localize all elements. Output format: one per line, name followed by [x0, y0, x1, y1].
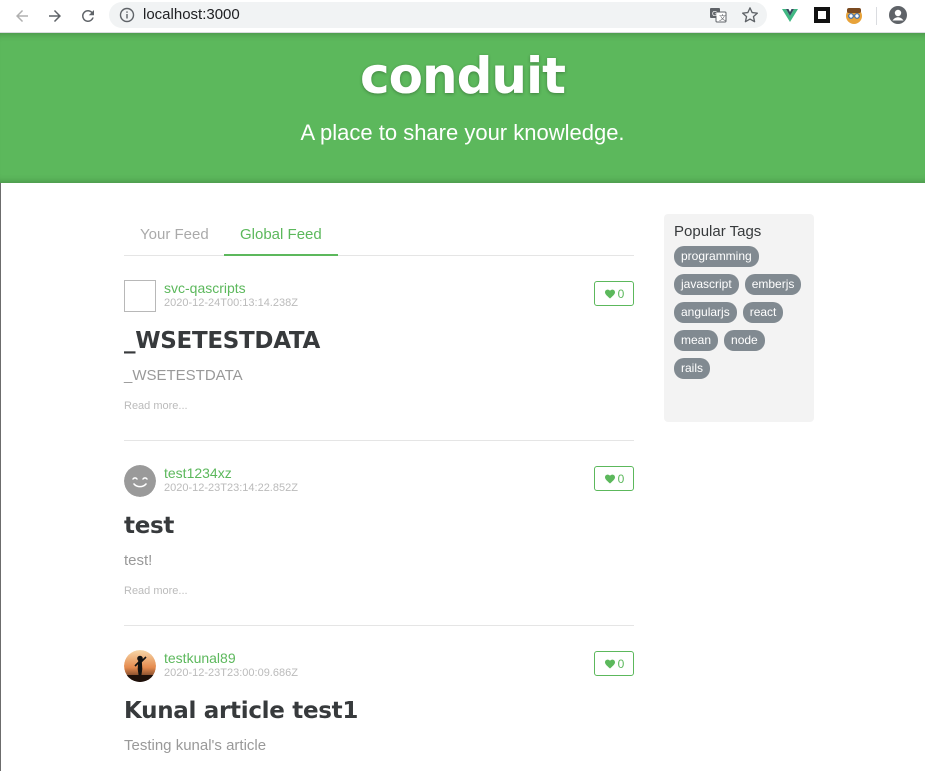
article-title[interactable]: test [124, 513, 174, 539]
article-date: 2020-12-23T23:14:22.852Z [164, 482, 298, 494]
popular-tags-sidebar: Popular Tags programming javascript embe… [664, 214, 814, 422]
article-preview: test1234xz 2020-12-23T23:14:22.852Z 0 te… [124, 465, 634, 626]
read-more-link[interactable]: Read more... [124, 585, 188, 597]
article-description[interactable]: Testing kunal's article [124, 737, 266, 754]
svg-text:G: G [712, 11, 717, 18]
star-icon[interactable] [741, 6, 759, 24]
favorite-count: 0 [617, 656, 625, 671]
heart-icon [604, 659, 615, 669]
article-preview: svc-qascripts 2020-12-24T00:13:14.238Z 0… [124, 280, 634, 441]
author-avatar[interactable] [124, 280, 156, 312]
tag-list: programming javascript emberjs angularjs… [674, 246, 804, 379]
tag-pill[interactable]: rails [674, 358, 711, 379]
svg-text:文: 文 [719, 13, 726, 22]
article-date: 2020-12-23T23:00:09.686Z [164, 667, 298, 679]
profile-icon[interactable] [888, 5, 908, 25]
favorite-count: 0 [617, 286, 625, 301]
tag-pill[interactable]: node [724, 330, 765, 351]
author-link[interactable]: testkunal89 [164, 650, 236, 666]
sidebar-title: Popular Tags [674, 223, 762, 240]
article-title[interactable]: _WSETESTDATA [124, 328, 320, 354]
favorite-button[interactable]: 0 [594, 281, 634, 306]
arrow-right-icon [49, 10, 61, 22]
favorite-button[interactable]: 0 [594, 651, 634, 676]
read-more-link[interactable]: Read more... [124, 400, 188, 412]
address-bar[interactable]: localhost:3000 G文 [109, 2, 767, 28]
tag-pill[interactable]: angularjs [674, 302, 737, 323]
banner-title: conduit [359, 47, 566, 105]
forward-button[interactable] [43, 4, 67, 28]
favorite-button[interactable]: 0 [594, 466, 634, 491]
tag-pill[interactable]: react [742, 302, 784, 323]
translate-icon[interactable]: G文 [709, 6, 727, 24]
favorite-count: 0 [617, 471, 625, 486]
toolbar-divider [876, 7, 877, 25]
extension-square-icon[interactable] [812, 5, 832, 25]
window-edge [0, 183, 1, 771]
author-link[interactable]: svc-qascripts [164, 280, 246, 296]
feed-tabs: Your Feed Global Feed [124, 215, 634, 256]
info-icon[interactable] [119, 7, 135, 23]
tag-pill[interactable]: mean [674, 330, 719, 351]
article-date: 2020-12-24T00:13:14.238Z [164, 297, 298, 309]
reload-icon [81, 9, 94, 22]
tag-pill[interactable]: emberjs [744, 274, 802, 295]
extension-face-icon[interactable] [844, 5, 864, 25]
photo-avatar-icon [124, 650, 156, 682]
reload-button[interactable] [76, 4, 100, 28]
article-preview: testkunal89 2020-12-23T23:00:09.686Z 0 K… [124, 650, 634, 771]
tab-your-feed[interactable]: Your Feed [124, 215, 225, 256]
smiley-avatar-icon [124, 465, 156, 497]
url-text: localhost:3000 [143, 6, 240, 23]
tag-pill[interactable]: programming [674, 246, 759, 267]
vue-devtools-icon[interactable] [780, 5, 800, 25]
heart-icon [604, 474, 615, 484]
hero-banner: conduit A place to share your knowledge. [0, 33, 925, 183]
arrow-left-icon [16, 10, 28, 22]
author-link[interactable]: test1234xz [164, 465, 232, 481]
article-description[interactable]: test! [124, 552, 152, 569]
author-avatar[interactable] [124, 650, 156, 682]
article-description[interactable]: _WSETESTDATA [124, 367, 243, 384]
tab-global-feed[interactable]: Global Feed [224, 215, 338, 256]
article-title[interactable]: Kunal article test1 [124, 698, 358, 724]
browser-toolbar: localhost:3000 G文 [0, 0, 925, 33]
back-button[interactable] [10, 4, 34, 28]
heart-icon [604, 289, 615, 299]
author-avatar[interactable] [124, 465, 156, 497]
tag-pill[interactable]: javascript [674, 274, 739, 295]
banner-subtitle: A place to share your knowledge. [300, 120, 625, 145]
